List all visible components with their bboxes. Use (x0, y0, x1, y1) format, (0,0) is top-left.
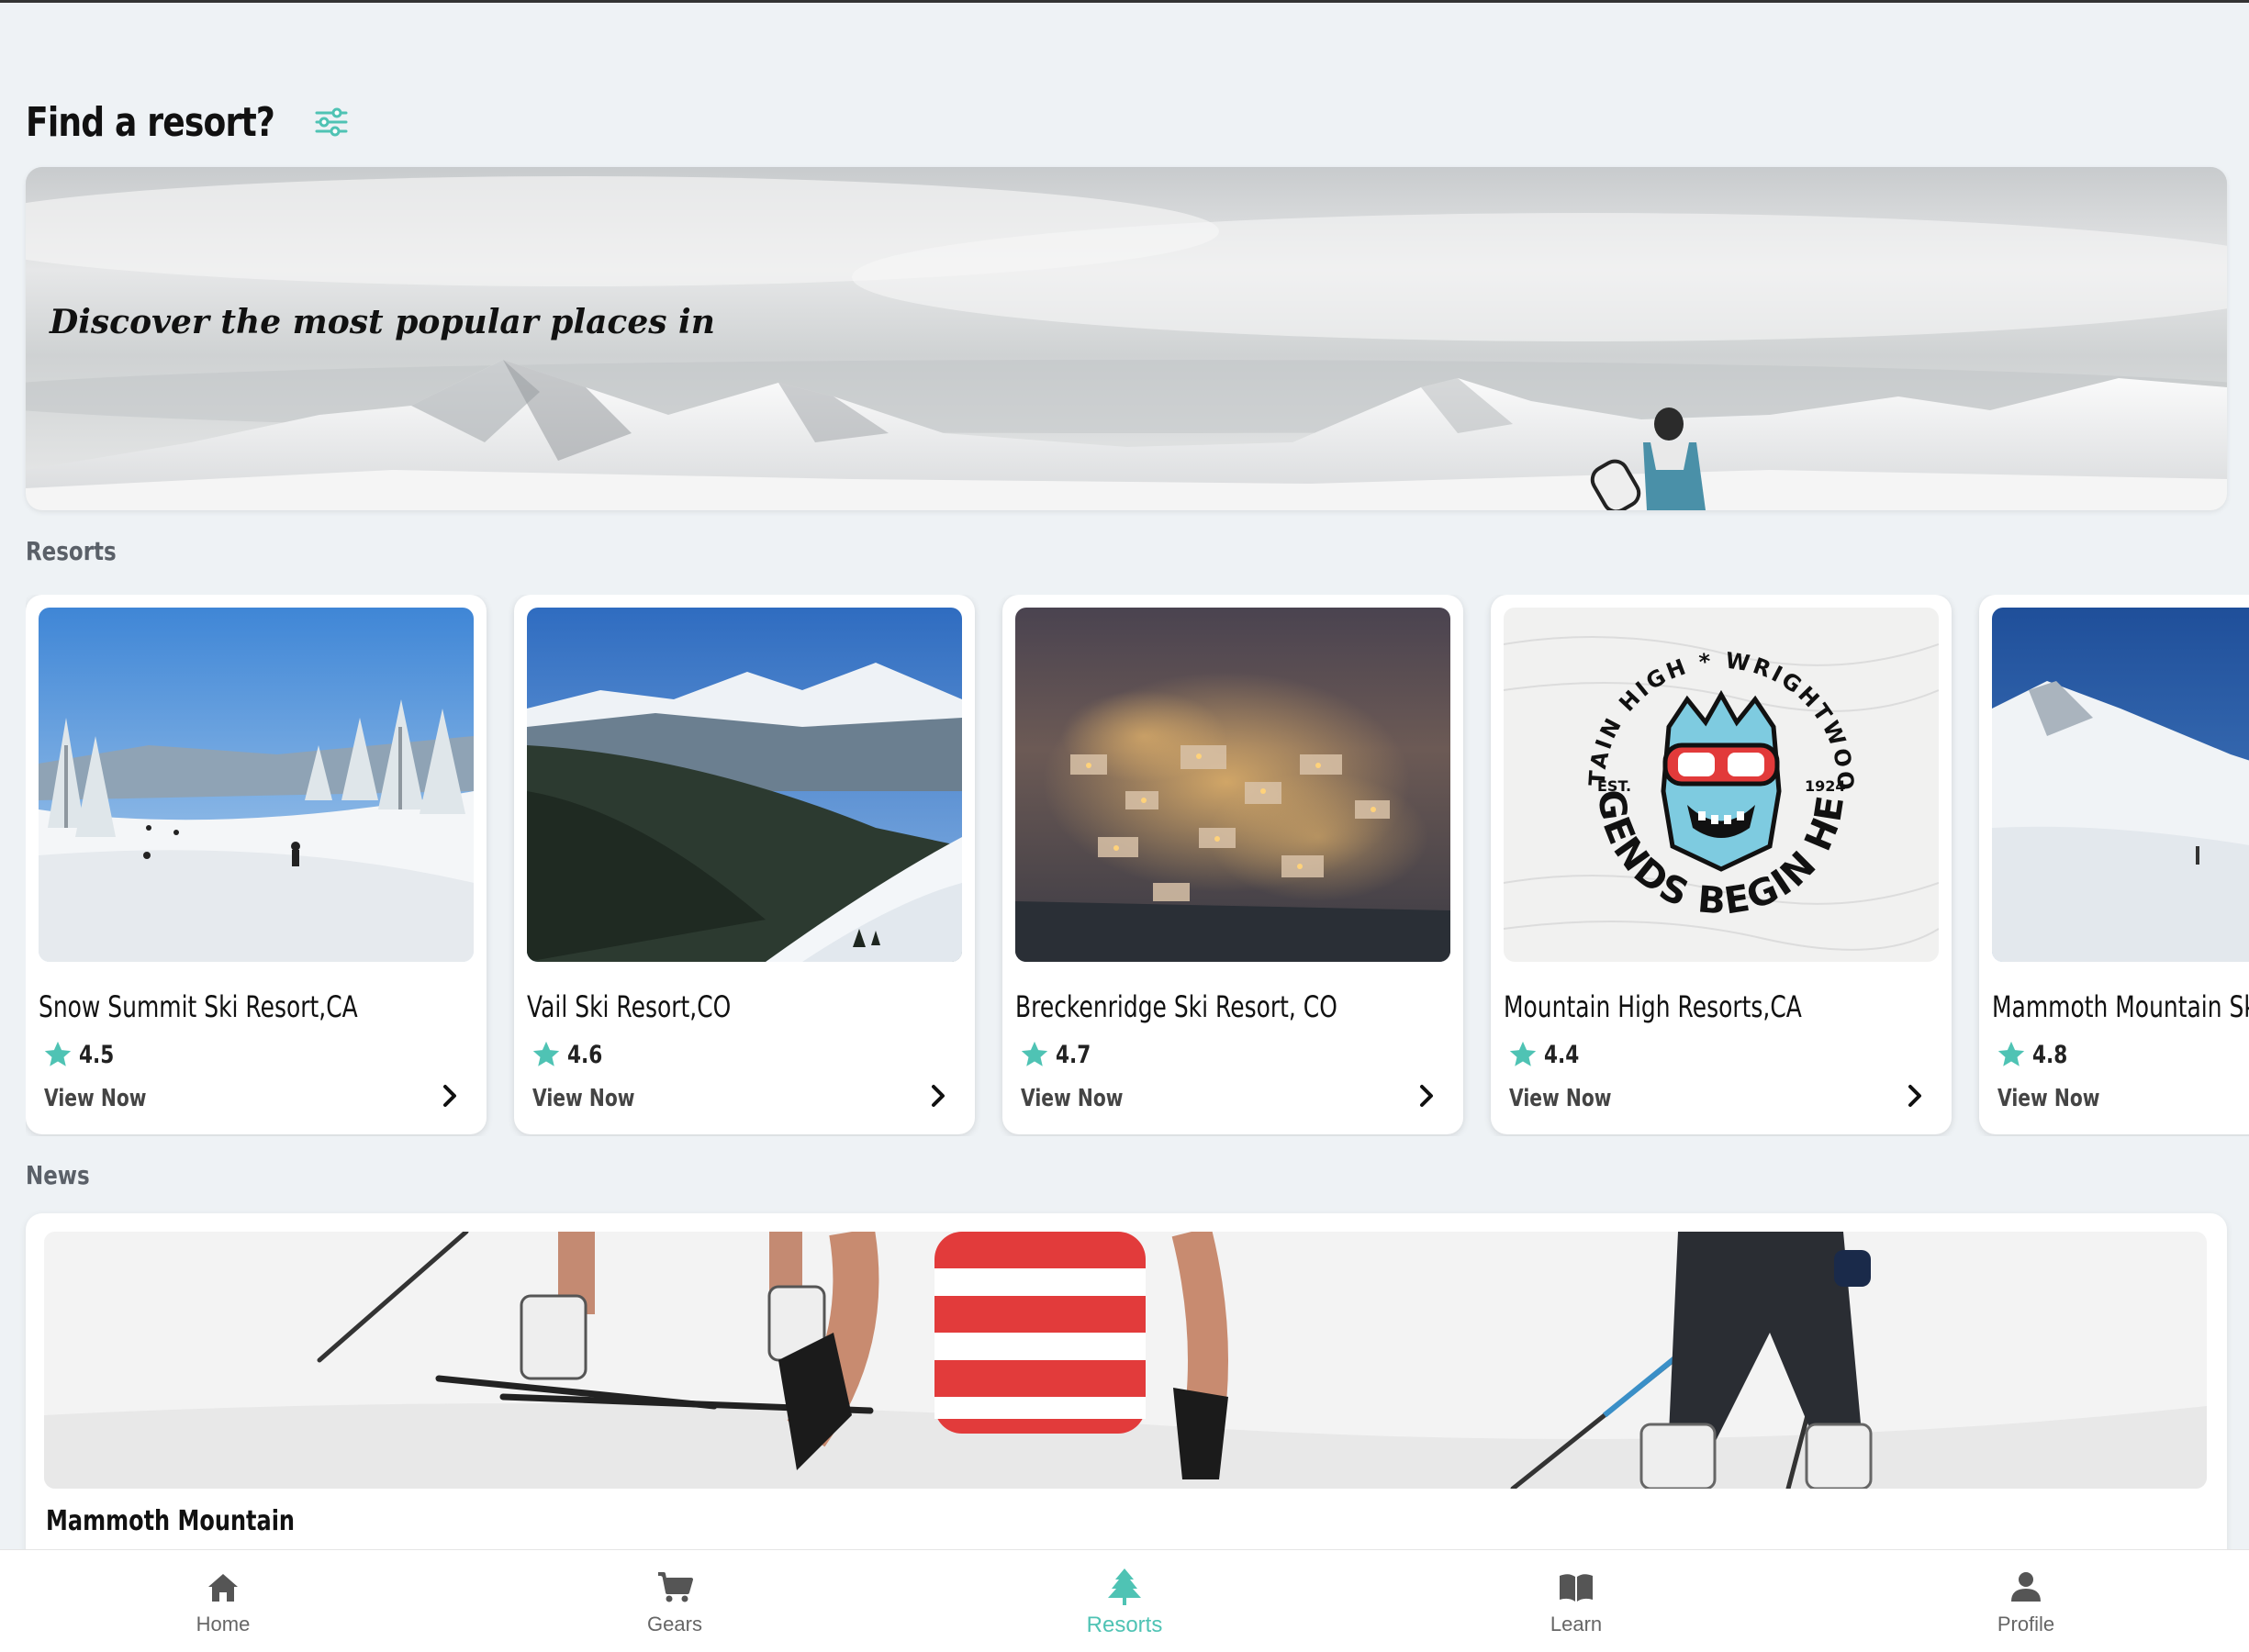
view-now-link[interactable]: View Now (44, 1085, 146, 1112)
nav-gears[interactable]: Gears (583, 1567, 766, 1649)
resort-rating: 4.6 (531, 1039, 611, 1070)
view-now-link[interactable]: View Now (1997, 1085, 2099, 1112)
rating-value: 4.7 (1056, 1040, 1091, 1069)
logo-est: EST. (1597, 777, 1631, 795)
resort-image (1015, 608, 1450, 962)
resort-name: Breckenridge Ski Resort, CO (1015, 989, 1337, 1024)
yeti-mascot-icon (1661, 689, 1782, 872)
resort-name: Vail Ski Resort,CO (527, 989, 732, 1024)
star-icon (1021, 1041, 1048, 1066)
resort-carousel[interactable]: Snow Summit Ski Resort,CA 4.5 View Now V… (26, 595, 2249, 1136)
book-icon (1560, 1574, 1593, 1602)
chevron-right-icon[interactable] (923, 1081, 953, 1111)
bottom-navigation: Home Gears Resorts Learn Profile (0, 1549, 2249, 1652)
news-image (44, 1232, 2207, 1489)
nav-profile[interactable]: Profile (1934, 1567, 2118, 1649)
news-title: Mammoth Mountain (46, 1505, 296, 1537)
resort-logo-image: MOUNTAIN HIGH * WRIGHTWOOD, CA LEGENDS B… (1504, 608, 1939, 962)
resort-rating: 4.7 (1019, 1039, 1100, 1070)
nav-resorts[interactable]: Resorts (1033, 1567, 1216, 1649)
nav-learn[interactable]: Learn (1484, 1567, 1668, 1649)
resort-rating: 4.4 (1507, 1039, 1588, 1070)
resort-card[interactable]: MOUNTAIN HIGH * WRIGHTWOOD, CA LEGENDS B… (1491, 595, 1952, 1134)
resort-card[interactable]: Vail Ski Resort,CO 4.6 View Now (514, 595, 975, 1134)
view-now-link[interactable]: View Now (1509, 1085, 1611, 1112)
page-title: Find a resort? (26, 98, 275, 146)
star-icon (532, 1041, 560, 1066)
logo-year: 1924 (1805, 777, 1846, 795)
news-card[interactable]: Mammoth Mountain (26, 1213, 2227, 1562)
resort-image (1992, 608, 2249, 962)
page-header: Find a resort? (26, 90, 352, 154)
resort-image (39, 608, 474, 962)
hero-banner[interactable]: Discover the most popular places in (26, 167, 2227, 510)
chevron-right-icon[interactable] (435, 1081, 464, 1111)
cart-icon (658, 1572, 693, 1602)
nav-label: Learn (1550, 1613, 1603, 1635)
resort-rating: 4.5 (42, 1039, 123, 1070)
nav-label: Profile (1997, 1613, 2055, 1635)
resort-name: Mammoth Mountain Ski (1992, 989, 2249, 1024)
banner-text: Discover the most popular places in (50, 303, 715, 341)
rating-value: 4.4 (1544, 1040, 1580, 1069)
home-icon (208, 1574, 238, 1602)
star-icon (1509, 1041, 1537, 1066)
resort-rating: 4.8 (1996, 1039, 2076, 1070)
resorts-section-label: Resorts (26, 536, 117, 566)
resort-name: Snow Summit Ski Resort,CA (39, 989, 358, 1024)
rating-value: 4.8 (2032, 1040, 2068, 1069)
nav-label: Resorts (1086, 1613, 1163, 1637)
star-icon (1997, 1041, 2025, 1066)
nav-label: Home (196, 1613, 251, 1635)
chevron-right-icon[interactable] (1412, 1081, 1441, 1111)
sliders-icon[interactable] (311, 102, 352, 142)
tree-icon (1108, 1568, 1141, 1605)
resort-card[interactable]: Mammoth Mountain Ski 4.8 View Now (1979, 595, 2249, 1134)
resort-card[interactable]: Snow Summit Ski Resort,CA 4.5 View Now (26, 595, 487, 1134)
top-border (0, 0, 2249, 3)
view-now-link[interactable]: View Now (1021, 1085, 1123, 1112)
chevron-right-icon[interactable] (1900, 1081, 1930, 1111)
resort-card[interactable]: Breckenridge Ski Resort, CO 4.7 View Now (1002, 595, 1463, 1134)
news-section-label: News (26, 1160, 90, 1190)
rating-value: 4.6 (567, 1040, 603, 1069)
resort-name: Mountain High Resorts,CA (1504, 989, 1802, 1024)
nav-label: Gears (647, 1613, 702, 1635)
person-icon (2011, 1572, 2041, 1602)
view-now-link[interactable]: View Now (532, 1085, 634, 1112)
nav-home[interactable]: Home (131, 1567, 315, 1649)
resort-image (527, 608, 962, 962)
rating-value: 4.5 (79, 1040, 115, 1069)
star-icon (44, 1041, 72, 1066)
